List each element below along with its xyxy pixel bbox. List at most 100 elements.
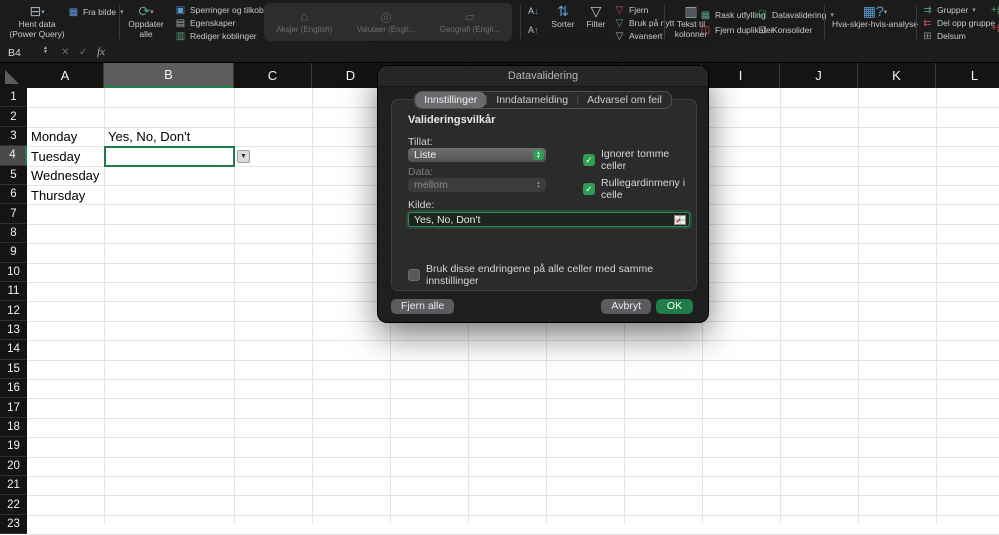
database-icon: ⊟▾ bbox=[6, 3, 68, 20]
sort-za-icon[interactable]: A↑ bbox=[528, 25, 539, 35]
advanced-filter-button[interactable]: ▽ Avansert bbox=[614, 30, 662, 42]
in-cell-dropdown-button[interactable]: ▼ bbox=[237, 150, 250, 163]
column-header-K[interactable]: K bbox=[858, 62, 936, 88]
tab-input-message[interactable]: Inndatamelding bbox=[487, 92, 577, 108]
gridline bbox=[27, 360, 999, 361]
name-box[interactable]: B4 bbox=[8, 47, 21, 59]
column-header-I[interactable]: I bbox=[702, 62, 780, 88]
row-header-20[interactable]: 20 bbox=[0, 457, 27, 476]
sort-button[interactable]: ⇅ Sorter bbox=[545, 3, 581, 30]
cell-A4[interactable]: Tuesday bbox=[31, 149, 80, 164]
column-header-A[interactable]: A bbox=[27, 62, 104, 88]
what-if-analysis-button[interactable]: ▦?▾ Hva-skjer-hvis-analyse bbox=[827, 3, 923, 30]
row-header-7[interactable]: 7 bbox=[0, 204, 27, 223]
gridline bbox=[27, 495, 999, 496]
select-all-corner[interactable] bbox=[0, 62, 27, 88]
cancel-button[interactable]: Avbryt bbox=[601, 299, 651, 314]
partial-icon: +▦ bbox=[991, 5, 999, 16]
row-header-15[interactable]: 15 bbox=[0, 360, 27, 379]
checked-checkbox-icon: ✓ bbox=[583, 183, 595, 195]
flash-fill-button[interactable]: ▦ Rask utfylling bbox=[700, 9, 766, 21]
tab-error-alert[interactable]: Advarsel om feil bbox=[578, 92, 671, 108]
source-input[interactable]: Yes, No, Don't bbox=[408, 212, 690, 227]
row-header-16[interactable]: 16 bbox=[0, 379, 27, 398]
subtotal-button[interactable]: ⊞ Delsum bbox=[922, 30, 966, 42]
data-validation-button[interactable]: ☑ Datavalidering ▾ bbox=[757, 9, 834, 21]
row-header-14[interactable]: 14 bbox=[0, 340, 27, 359]
sort-az-icon[interactable]: A↓ bbox=[528, 6, 539, 16]
insert-function-icon[interactable]: fx bbox=[97, 46, 105, 58]
data-label: Data: bbox=[408, 166, 433, 178]
apply-all-checkbox[interactable]: Bruk disse endringene på alle celler med… bbox=[408, 263, 696, 287]
row-header-11[interactable]: 11 bbox=[0, 282, 27, 301]
currencies-button: ◎ Valutaer (Engli... bbox=[357, 10, 416, 35]
column-header-J[interactable]: J bbox=[780, 62, 858, 88]
gridline bbox=[27, 437, 999, 438]
what-if-grid-icon: ▦?▾ bbox=[827, 3, 923, 20]
allow-dropdown[interactable]: Liste ▲▼ bbox=[408, 148, 546, 162]
row-header-13[interactable]: 13 bbox=[0, 321, 27, 340]
gridline bbox=[936, 88, 937, 523]
row-header-12[interactable]: 12 bbox=[0, 301, 27, 320]
name-box-stepper[interactable]: ▲▼ bbox=[43, 46, 48, 54]
gridline bbox=[27, 418, 999, 419]
column-header-B[interactable]: B bbox=[104, 62, 234, 88]
row-header-2[interactable]: 2 bbox=[0, 107, 27, 126]
popup-stepper-icon: ▲▼ bbox=[533, 150, 544, 160]
row-header-21[interactable]: 21 bbox=[0, 476, 27, 495]
gridline bbox=[27, 379, 999, 380]
refresh-all-button[interactable]: ⟳▾ Oppdater alle bbox=[123, 3, 169, 39]
row-header-9[interactable]: 9 bbox=[0, 243, 27, 262]
column-header-C[interactable]: C bbox=[234, 62, 312, 88]
cell-A3[interactable]: Monday bbox=[31, 129, 77, 144]
gridline bbox=[858, 88, 859, 523]
get-data-button[interactable]: ⊟▾ Hent data (Power Query) bbox=[6, 3, 68, 39]
group-button[interactable]: ⇉ Grupper ▾ bbox=[922, 4, 976, 16]
row-header-3[interactable]: 3 bbox=[0, 127, 27, 146]
column-header-L[interactable]: L bbox=[936, 62, 999, 88]
row-header-1[interactable]: 1 bbox=[0, 88, 27, 107]
edit-links-button[interactable]: ▥ Rediger koblinger bbox=[175, 30, 257, 42]
ignore-blank-checkbox[interactable]: ✓ Ignorer tomme celler bbox=[583, 148, 696, 172]
coins-icon: ◎ bbox=[357, 10, 416, 26]
ribbon-separator bbox=[916, 5, 917, 39]
gridline bbox=[780, 88, 781, 523]
row-header-10[interactable]: 10 bbox=[0, 263, 27, 282]
row-header-23[interactable]: 23 bbox=[0, 515, 27, 534]
in-cell-dropdown-checkbox[interactable]: ✓ Rullegardinmeny i celle bbox=[583, 177, 696, 201]
row-header-8[interactable]: 8 bbox=[0, 224, 27, 243]
gridline bbox=[27, 476, 999, 477]
chevron-down-icon: ▾ bbox=[884, 9, 888, 16]
properties-icon: ▤ bbox=[175, 18, 186, 29]
row-header-5[interactable]: 5 bbox=[0, 166, 27, 185]
stocks-button: ⌂ Aksjer (English) bbox=[276, 10, 332, 35]
ok-button[interactable]: OK bbox=[656, 299, 693, 314]
row-header-22[interactable]: 22 bbox=[0, 495, 27, 514]
clear-filter-button[interactable]: ▽ Fjern bbox=[614, 4, 648, 16]
row-header-4[interactable]: 4 bbox=[0, 146, 27, 165]
row-header-19[interactable]: 19 bbox=[0, 437, 27, 456]
row-header-17[interactable]: 17 bbox=[0, 398, 27, 417]
flash-fill-icon: ▦ bbox=[700, 10, 711, 21]
filter-button[interactable]: ▽ Filter bbox=[580, 3, 612, 30]
row-header-6[interactable]: 6 bbox=[0, 185, 27, 204]
ungroup-button[interactable]: ⇇ Del opp gruppe ▾ bbox=[922, 17, 999, 29]
duplicates-icon: ◫ bbox=[700, 25, 711, 36]
range-selector-icon[interactable] bbox=[674, 215, 686, 225]
formula-input[interactable] bbox=[118, 45, 999, 62]
row-header-18[interactable]: 18 bbox=[0, 418, 27, 437]
reapply-filter-button[interactable]: ▽ Bruk på nytt bbox=[614, 17, 674, 29]
cell-B3[interactable]: Yes, No, Don't bbox=[108, 129, 190, 144]
gridline bbox=[27, 457, 999, 458]
cell-A6[interactable]: Thursday bbox=[31, 188, 85, 203]
cancel-entry-icon[interactable]: ✕ bbox=[61, 47, 69, 58]
consolidate-button[interactable]: ⊡ Konsolider bbox=[757, 24, 812, 36]
tab-settings[interactable]: Innstillinger bbox=[415, 92, 486, 108]
clear-all-button[interactable]: Fjern alle bbox=[391, 299, 454, 314]
cell-A5[interactable]: Wednesday bbox=[31, 168, 99, 183]
from-picture-button[interactable]: ▦ Fra bilde ▾ bbox=[68, 6, 124, 18]
geography-button: ▱ Geografi (Engli... bbox=[440, 10, 500, 35]
image-grid-icon: ▦ bbox=[68, 7, 79, 18]
confirm-entry-icon[interactable]: ✓ bbox=[79, 47, 87, 58]
properties-button[interactable]: ▤ Egenskaper bbox=[175, 17, 235, 29]
